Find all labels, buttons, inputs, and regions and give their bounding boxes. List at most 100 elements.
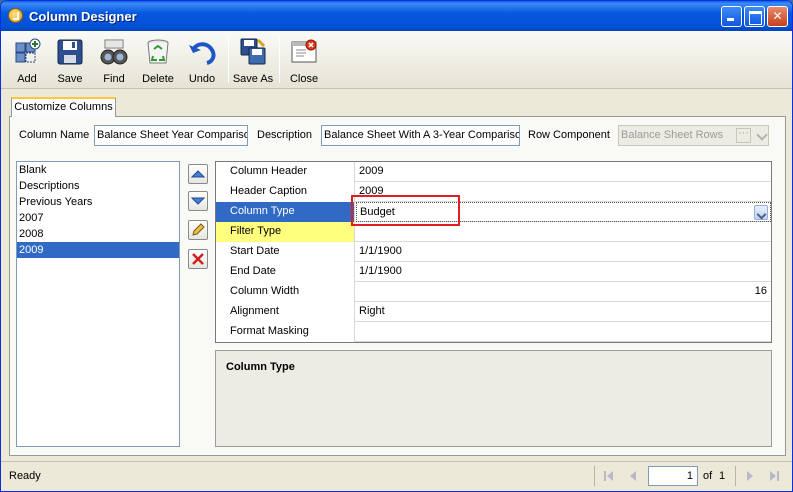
property-row[interactable]: Alignment Right [216,302,771,322]
description-label: Description [257,129,313,141]
list-item[interactable]: Blank [17,162,179,178]
add-label: Add [17,73,37,85]
property-description-panel: Column Type [215,350,772,447]
move-up-button[interactable] [188,164,208,184]
toolbar: Add Save Find Delete Undo Save As Close [1,31,792,89]
save-icon [57,39,83,65]
move-up-icon [190,170,206,178]
property-name: Alignment [216,302,355,322]
chevron-down-icon[interactable] [754,205,768,220]
save-as-icon [240,38,266,65]
undo-label: Undo [188,73,216,85]
add-icon [15,38,41,63]
last-page-button[interactable] [767,469,781,483]
save-button[interactable]: Save [49,33,91,87]
property-row[interactable]: Filter Type [216,222,771,242]
close-form-icon [291,39,317,63]
move-down-button[interactable] [188,191,208,211]
property-value[interactable] [356,322,771,342]
property-name: Column Header [216,162,355,182]
window-title: Column Designer [29,9,137,24]
column-name-label: Column Name [19,129,90,141]
undo-button[interactable]: Undo [181,33,223,87]
last-page-icon [770,471,779,481]
property-name: End Date [216,262,355,282]
status-text: Ready [9,470,41,482]
save-as-label: Save As [232,73,274,85]
close-window-button[interactable]: ✕ [767,6,788,27]
list-item[interactable]: Descriptions [17,178,179,194]
ellipsis-icon: ··· [736,128,751,143]
previous-page-button[interactable] [626,469,640,483]
property-value[interactable]: 2009 [356,162,771,182]
property-description-title: Column Type [226,361,295,373]
property-value-cell[interactable]: 16 [356,282,771,302]
save-label: Save [57,73,83,85]
maximize-button[interactable] [744,6,765,27]
of-label: of [703,470,713,482]
property-name: Format Masking [216,322,355,342]
app-icon [8,8,23,23]
recycle-bin-icon [147,39,169,64]
property-row[interactable]: Format Masking [216,322,771,342]
status-separator [594,466,595,486]
first-page-button[interactable] [602,469,616,483]
add-button[interactable]: Add [6,33,48,87]
minimize-button[interactable] [721,6,742,27]
binoculars-icon [100,39,128,65]
move-down-icon [190,197,206,205]
row-component-value: Balance Sheet Rows [621,129,724,141]
toolbar-separator [279,37,280,83]
tab-customize-columns[interactable]: Customize Columns [11,97,116,117]
list-item[interactable]: 2007 [17,210,179,226]
chevron-down-icon [756,129,768,141]
edit-button[interactable] [188,220,208,240]
undo-icon [189,42,216,65]
list-item-selected[interactable]: 2009 [17,242,179,258]
title-bar: Column Designer ✕ [1,1,792,31]
columns-list[interactable]: Blank Descriptions Previous Years 2007 2… [16,161,180,447]
description-input[interactable]: Balance Sheet With A 3-Year Comparison [321,125,520,146]
find-button[interactable]: Find [93,33,135,87]
pencil-icon [192,223,205,236]
next-page-icon [747,471,753,481]
close-button[interactable]: Close [283,33,325,87]
delete-column-button[interactable] [188,249,208,269]
property-value[interactable]: 1/1/1900 [356,242,771,262]
column-name-input[interactable]: Balance Sheet Year Comparison [94,125,248,146]
status-separator [735,466,736,486]
find-label: Find [103,73,125,85]
property-name: Column Width [216,282,355,302]
column-designer-window: Column Designer ✕ Add Save Find Delete U… [0,0,793,492]
property-row[interactable]: Header Caption 2009 [216,182,771,202]
delete-button[interactable]: Delete [137,33,179,87]
next-page-button[interactable] [743,469,757,483]
delete-label: Delete [142,73,174,85]
property-row[interactable]: Column Header 2009 [216,162,771,182]
property-name: Start Date [216,242,355,262]
property-row[interactable]: Column Width 16 [216,282,771,302]
save-as-button[interactable]: Save As [232,33,274,87]
property-value[interactable]: Right [356,302,771,322]
red-x-icon [192,253,204,265]
row-component-combo: Balance Sheet Rows ··· [618,125,769,146]
property-row[interactable]: Start Date 1/1/1900 [216,242,771,262]
status-bar: Ready 1 of 1 [1,461,792,491]
page-number-input[interactable]: 1 [648,466,698,486]
property-grid: Column Header 2009 Header Caption 2009 C… [215,161,772,343]
property-row[interactable]: End Date 1/1/1900 [216,262,771,282]
row-component-label: Row Component [528,129,610,141]
property-name: Header Caption [216,182,355,202]
close-label: Close [289,73,319,85]
list-item[interactable]: 2008 [17,226,179,242]
first-page-icon [604,471,613,481]
list-item[interactable]: Previous Years [17,194,179,210]
annotation-highlight-box [351,195,460,226]
property-value: 16 [754,285,767,297]
property-name: Column Type [216,202,355,222]
total-pages: 1 [719,470,726,482]
previous-page-icon [630,471,636,481]
property-name: Filter Type [216,222,355,242]
property-value[interactable]: 1/1/1900 [356,262,771,282]
property-row-selected[interactable]: Column Type Budget [216,202,771,222]
